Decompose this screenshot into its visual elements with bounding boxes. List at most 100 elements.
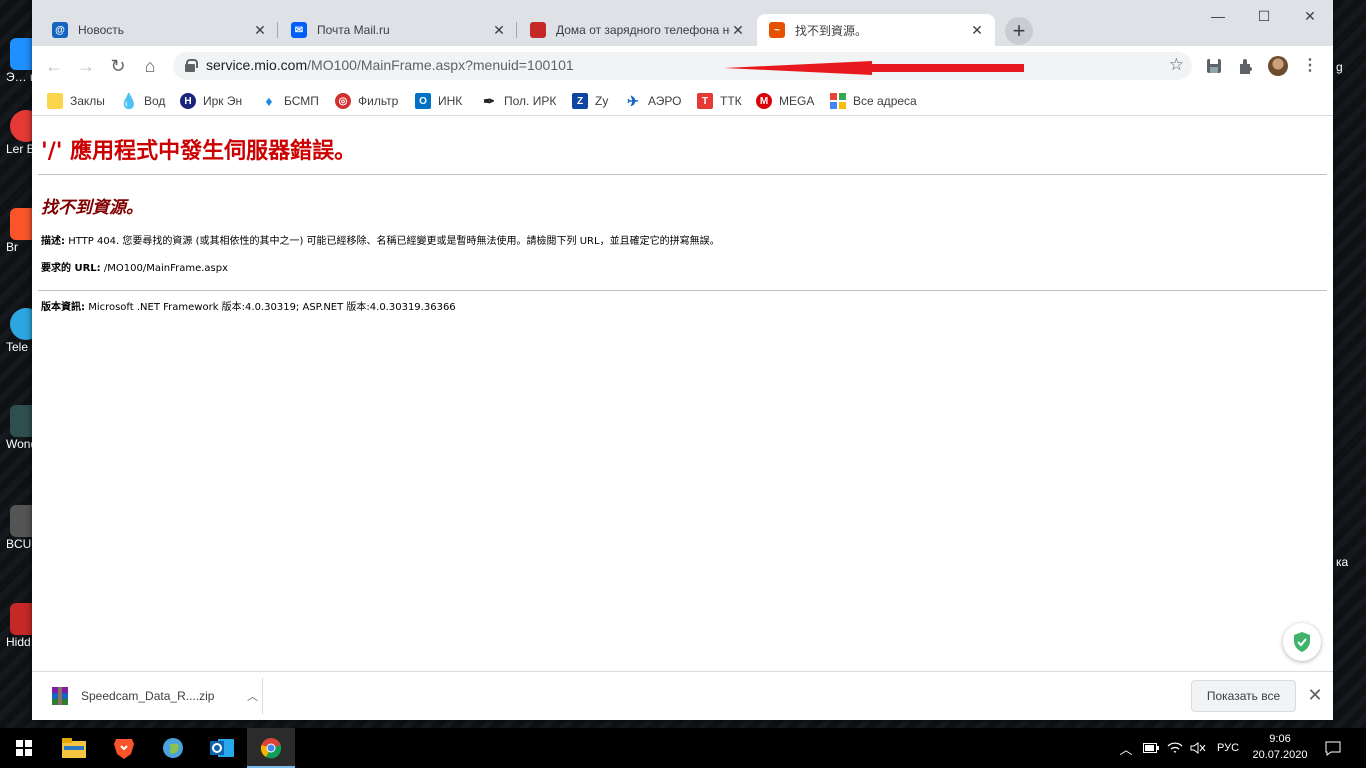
back-button[interactable]: ← <box>42 54 66 78</box>
desktop-label-right-2: ка <box>1336 555 1349 569</box>
red-arrow-annotation <box>724 61 1024 75</box>
divider <box>38 290 1327 291</box>
desktop-icon-telegram[interactable]: Tele <box>0 308 42 354</box>
desktop-icon-wondershare[interactable]: Wond Film <box>0 405 42 451</box>
clock[interactable]: 9:06 20.07.2020 <box>1248 731 1312 763</box>
reload-button[interactable]: ↻ <box>106 54 130 78</box>
bookmark-all-addresses[interactable]: Все адреса <box>830 91 917 111</box>
rss-book-icon <box>530 22 546 38</box>
security-shield-button[interactable] <box>1283 623 1321 661</box>
battery-icon[interactable] <box>1141 728 1161 768</box>
ttk-icon: T <box>697 93 713 109</box>
tab-news[interactable]: @ Новость ✕ <box>40 14 278 46</box>
taskbar-globe-app[interactable] <box>149 728 197 768</box>
taskbar: ︿ РУС 9:06 20.07.2020 <box>0 728 1366 768</box>
download-shelf: Speedcam_Data_R....zip ︿ Показать все ✕ <box>32 671 1333 720</box>
taskbar-explorer[interactable] <box>50 728 98 768</box>
winrar-archive-icon <box>52 687 68 705</box>
bookmark-ink[interactable]: O ИНК <box>415 91 462 111</box>
desktop-icon-bcun[interactable]: BCUn <box>0 505 42 551</box>
wifi-icon[interactable] <box>1165 728 1185 768</box>
download-item[interactable]: Speedcam_Data_R....zip ︿ <box>44 678 262 714</box>
toolbar: ← → ↻ ⌂ service.mio.com/MO100/MainFrame.… <box>32 46 1333 86</box>
drop-icon: 💧 <box>119 93 139 110</box>
clock-date: 20.07.2020 <box>1252 749 1308 761</box>
forward-button[interactable]: → <box>74 54 98 78</box>
at-sign-icon: @ <box>52 22 68 38</box>
window-close-button[interactable]: ✕ <box>1287 0 1333 32</box>
save-extension-icon[interactable] <box>1204 56 1224 76</box>
mega-icon: M <box>756 93 772 109</box>
z-icon: Z <box>572 93 588 109</box>
bookmark-bsmp[interactable]: ♦ БСМП <box>261 91 318 111</box>
home-button[interactable]: ⌂ <box>138 54 162 78</box>
hyundai-icon: H <box>180 93 196 109</box>
mail-icon: ✉ <box>291 22 307 38</box>
description-label: 描述: <box>41 236 65 247</box>
bookmark-vod[interactable]: 💧 Вод <box>119 91 166 111</box>
desktop-icon-app-1[interactable]: Ler Boo <box>0 110 42 156</box>
tray-expand-icon[interactable]: ︿ <box>1117 728 1135 768</box>
divider <box>262 678 263 714</box>
divider <box>38 174 1327 175</box>
version-info: 版本資訊: Microsoft .NET Framework 版本:4.0.30… <box>41 298 456 313</box>
language-indicator[interactable]: РУС <box>1212 728 1244 768</box>
explorer-icon <box>62 738 86 758</box>
desktop-icon-computer[interactable]: Э… комп… <box>0 38 42 84</box>
url-text[interactable]: service.mio.com/MO100/MainFrame.aspx?men… <box>206 57 574 73</box>
desktop-icon-brave[interactable]: Br <box>0 208 42 254</box>
grid-icon <box>830 93 846 109</box>
tab-article[interactable]: Дома от зарядного телефона не ✕ <box>518 14 756 46</box>
requested-url-value: /MO100/MainFrame.aspx <box>103 263 229 274</box>
profile-avatar[interactable] <box>1268 56 1288 76</box>
notifications-icon[interactable] <box>1318 728 1348 768</box>
desktop-icon-hidden-files[interactable]: Hidd Fir <box>0 603 42 649</box>
chevron-up-icon[interactable]: ︿ <box>247 688 258 704</box>
download-filename: Speedcam_Data_R....zip <box>81 689 215 703</box>
browser-window: @ Новость ✕ ✉ Почта Mail.ru ✕ Дома от за… <box>32 0 1333 720</box>
show-all-downloads-button[interactable]: Показать все <box>1191 680 1296 712</box>
bookmark-filter[interactable]: ◎ Фильтр <box>335 91 398 111</box>
close-shelf-button[interactable]: ✕ <box>1306 684 1324 706</box>
bookmark-pol-irk[interactable]: ✒ Пол. ИРК <box>481 91 556 111</box>
bookmark-irk-en[interactable]: H Ирк Эн <box>180 91 242 111</box>
tab-mail[interactable]: ✉ Почта Mail.ru ✕ <box>279 14 517 46</box>
bookmark-star-icon[interactable]: ☆ <box>1169 55 1184 75</box>
volume-muted-icon[interactable] <box>1188 728 1208 768</box>
chrome-icon <box>260 738 282 759</box>
bookmark-mega[interactable]: M MEGA <box>756 91 814 111</box>
address-bar[interactable]: service.mio.com/MO100/MainFrame.aspx?men… <box>173 52 1192 80</box>
new-tab-button[interactable]: + <box>1005 17 1033 45</box>
tab-strip: @ Новость ✕ ✉ Почта Mail.ru ✕ Дома от за… <box>32 0 1333 46</box>
extensions-puzzle-icon[interactable] <box>1236 56 1256 76</box>
description-text: HTTP 404. 您要尋找的資源 (或其相依性的其中之一) 可能已經移除、名稱… <box>68 236 720 247</box>
close-icon[interactable]: ✕ <box>730 22 746 38</box>
taskbar-chrome[interactable] <box>247 728 295 768</box>
start-button[interactable] <box>0 728 48 768</box>
requested-url: 要求的 URL: /MO100/MainFrame.aspx <box>41 259 228 274</box>
taskbar-outlook[interactable] <box>198 728 246 768</box>
close-icon[interactable]: ✕ <box>969 22 985 38</box>
close-icon[interactable]: ✕ <box>252 22 268 38</box>
folder-icon <box>47 93 63 109</box>
taskbar-brave[interactable] <box>100 728 148 768</box>
shield-check-icon <box>1294 632 1310 652</box>
maximize-button[interactable]: ☐ <box>1241 0 1287 32</box>
tab-error-page[interactable]: ~ 找不到資源。 ✕ <box>757 14 995 46</box>
bookmark-folder[interactable]: Заклы <box>47 91 105 111</box>
bookmark-aero[interactable]: ✈ АЭРО <box>625 91 681 111</box>
lock-icon[interactable] <box>185 59 198 72</box>
pen-icon: ✒ <box>483 92 495 109</box>
plane-icon: ✈ <box>627 92 639 109</box>
outlook-icon: O <box>415 93 431 109</box>
minimize-button[interactable]: — <box>1195 0 1241 32</box>
menu-kebab-icon[interactable]: ⋮ <box>1300 56 1320 76</box>
outlook-icon <box>210 739 234 757</box>
bookmark-ttk[interactable]: T ТТК <box>697 91 742 111</box>
bookmark-zy[interactable]: Z Zy <box>572 91 608 111</box>
version-label: 版本資訊: <box>41 302 85 313</box>
close-icon[interactable]: ✕ <box>491 22 507 38</box>
brave-icon <box>114 739 134 759</box>
bsmp-icon: ♦ <box>265 93 273 109</box>
error-subtitle: 找不到資源。 <box>41 198 143 218</box>
